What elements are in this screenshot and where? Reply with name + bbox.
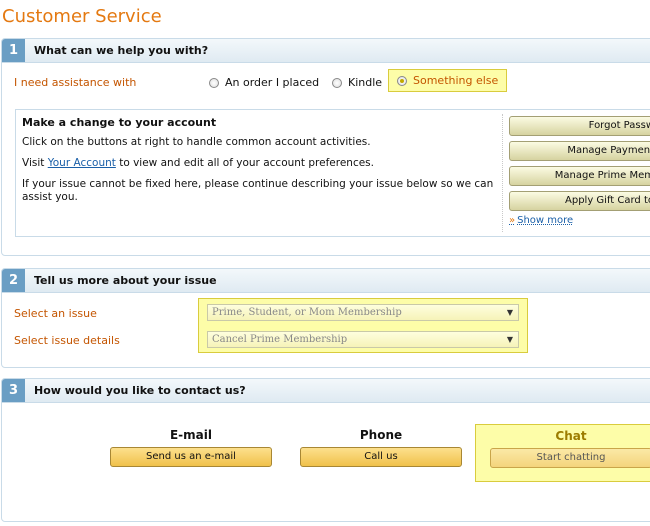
account-line-2: Visit Your Account to view and edit all …	[22, 157, 500, 170]
section-help-topic: 1 What can we help you with? I need assi…	[1, 38, 650, 256]
issue-details-select-value: Cancel Prime Membership	[212, 334, 348, 345]
radio-label: Kindle	[348, 76, 383, 89]
assist-label: I need assistance with	[14, 76, 137, 89]
account-line-2-prefix: Visit	[22, 157, 48, 169]
issue-details-label: Select issue details	[14, 334, 120, 347]
section-issue-details: 2 Tell us more about your issue Select a…	[1, 268, 650, 368]
radio-kindle[interactable]: Kindle	[332, 76, 382, 89]
apply-gift-card-button[interactable]: Apply Gift Card to	[509, 191, 650, 211]
phone-title: Phone	[359, 428, 403, 442]
account-line-1: Click on the buttons at right to handle …	[22, 136, 371, 148]
show-more-link[interactable]: » Show more	[509, 215, 573, 226]
email-option: E-mail Send us an e-mail	[110, 428, 272, 467]
issue-select-area: Prime, Student, or Mom Membership ▼ Canc…	[198, 298, 528, 353]
email-title: E-mail	[169, 428, 212, 442]
forgot-password-button[interactable]: Forgot Passw	[509, 116, 650, 136]
panel-divider	[502, 114, 503, 232]
radio-label: An order I placed	[225, 76, 320, 89]
account-text: Make a change to your account Click on t…	[22, 116, 500, 212]
step-number: 2	[2, 269, 25, 292]
section-contact-method: 3 How would you like to contact us? E-ma…	[1, 378, 650, 522]
start-chatting-button[interactable]: Start chatting	[490, 448, 650, 468]
section-header: 3 How would you like to contact us?	[2, 379, 650, 403]
section-header: 2 Tell us more about your issue	[2, 269, 650, 293]
issue-label: Select an issue	[14, 307, 97, 320]
section-header: 1 What can we help you with?	[2, 39, 650, 63]
chat-option: Chat Start chatting	[490, 429, 650, 468]
chat-option-highlight: Chat Start chatting	[475, 424, 650, 482]
your-account-link[interactable]: Your Account	[48, 157, 116, 169]
send-email-button[interactable]: Send us an e-mail	[110, 447, 272, 467]
issue-select-value: Prime, Student, or Mom Membership	[212, 307, 402, 318]
manage-payment-button[interactable]: Manage Payment	[509, 141, 650, 161]
call-us-button[interactable]: Call us	[300, 447, 462, 467]
account-line-2-suffix: to view and edit all of your account pre…	[115, 157, 374, 169]
chevron-down-icon: »	[509, 215, 516, 226]
issue-select[interactable]: Prime, Student, or Mom Membership ▼	[207, 304, 519, 321]
step-number: 1	[2, 39, 25, 62]
step-number: 3	[2, 379, 25, 402]
account-panel: Make a change to your account Click on t…	[15, 109, 650, 237]
radio-button-selected-icon[interactable]	[397, 75, 407, 86]
radio-button-icon[interactable]	[332, 77, 342, 88]
radio-something-else[interactable]: Something else	[388, 69, 508, 92]
dropdown-caret-icon: ▼	[506, 335, 513, 344]
issue-details-select[interactable]: Cancel Prime Membership ▼	[207, 331, 519, 348]
section-title: Tell us more about your issue	[34, 274, 217, 287]
radio-order[interactable]: An order I placed	[209, 76, 319, 89]
radio-label: Something else	[413, 74, 499, 87]
manage-prime-button[interactable]: Manage Prime Mem	[509, 166, 650, 186]
dropdown-caret-icon: ▼	[506, 308, 513, 317]
phone-option: Phone Call us	[300, 428, 462, 467]
page-title: Customer Service	[2, 6, 162, 27]
account-panel-title: Make a change to your account	[22, 116, 217, 129]
chat-title: Chat	[555, 429, 587, 443]
account-line-3: If your issue cannot be fixed here, plea…	[22, 178, 494, 203]
section-title: What can we help you with?	[34, 44, 209, 57]
show-more-label: Show more	[517, 215, 574, 226]
radio-button-icon[interactable]	[209, 77, 219, 88]
section-title: How would you like to contact us?	[34, 384, 246, 397]
